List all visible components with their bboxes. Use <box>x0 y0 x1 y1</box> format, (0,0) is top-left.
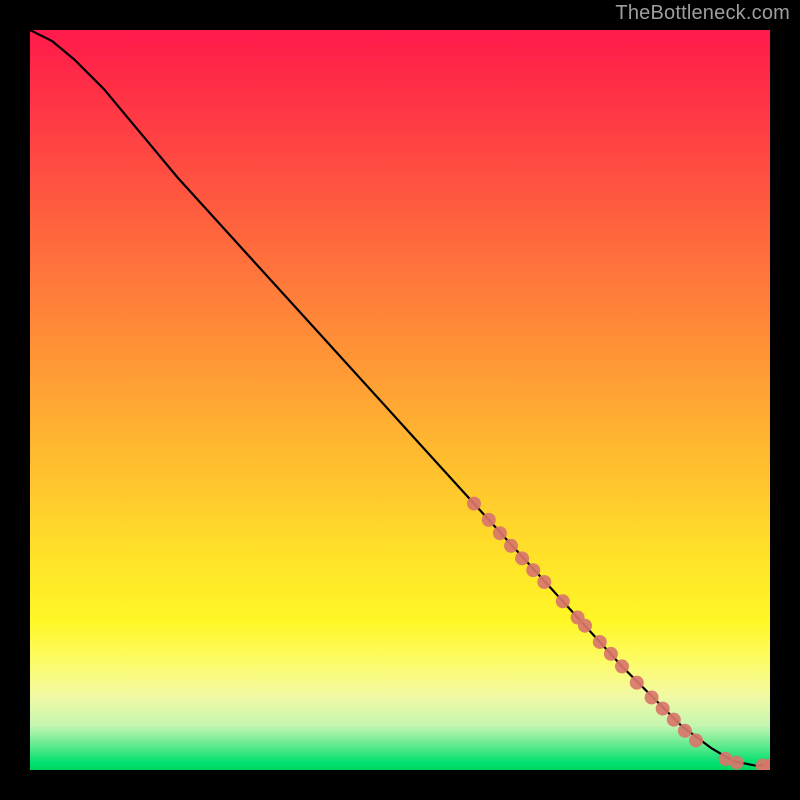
curve-line <box>30 30 770 766</box>
scatter-point <box>615 659 629 673</box>
scatter-point <box>537 575 551 589</box>
attribution-label: TheBottleneck.com <box>615 2 790 25</box>
scatter-point <box>526 563 540 577</box>
scatter-point <box>467 497 481 511</box>
scatter-point <box>556 594 570 608</box>
scatter-point <box>504 539 518 553</box>
scatter-point <box>656 702 670 716</box>
scatter-point <box>630 676 644 690</box>
scatter-markers <box>467 497 770 770</box>
scatter-point <box>515 551 529 565</box>
scatter-point <box>689 733 703 747</box>
scatter-point <box>645 690 659 704</box>
scatter-point <box>678 724 692 738</box>
chart-overlay-svg <box>30 30 770 770</box>
scatter-point <box>578 619 592 633</box>
scatter-point <box>730 756 744 770</box>
scatter-point <box>482 513 496 527</box>
scatter-point <box>667 713 681 727</box>
scatter-point <box>604 647 618 661</box>
chart-frame: TheBottleneck.com <box>0 0 800 800</box>
plot-area <box>30 30 770 770</box>
scatter-point <box>493 526 507 540</box>
scatter-point <box>593 635 607 649</box>
